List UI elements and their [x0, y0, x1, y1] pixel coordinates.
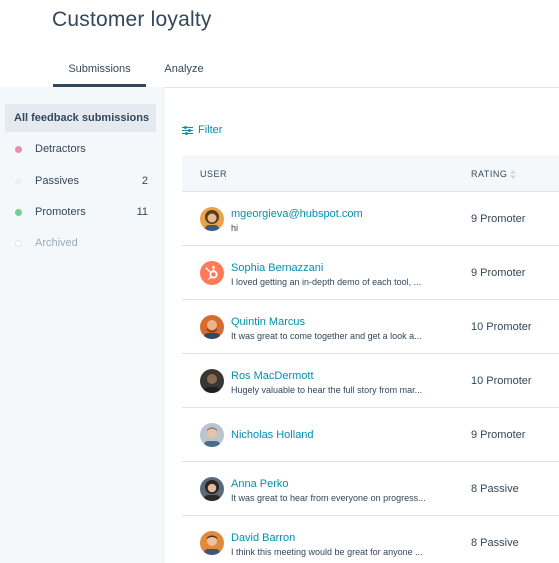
sidebar-item-label: Passives [35, 175, 80, 187]
archived-dot-icon [15, 240, 22, 247]
user-name-link[interactable]: Sophia Bernazzani [231, 262, 323, 274]
avatar [200, 531, 224, 555]
avatar [200, 207, 224, 231]
rating-value: 8 Passive [471, 483, 519, 495]
column-header-rating[interactable]: RATING [471, 169, 517, 180]
avatar [200, 369, 224, 393]
tab-bar: Submissions Analyze [0, 52, 559, 88]
sidebar-item-detractors[interactable]: Detractors [5, 135, 156, 163]
promoters-dot-icon [15, 209, 22, 216]
submissions-table: USER RATING mgeorgieva@hubspot.com hi 9 … [182, 155, 559, 563]
sidebar-item-count: 11 [136, 206, 148, 218]
user-comment: It was great to hear from everyone on pr… [231, 493, 426, 503]
page-title: Customer loyalty [52, 8, 212, 31]
avatar [200, 423, 224, 447]
detractors-dot-icon [15, 146, 22, 153]
user-name-link[interactable]: Quintin Marcus [231, 316, 305, 328]
sidebar: All feedback submissions Detractors Pass… [0, 87, 165, 563]
user-name-link[interactable]: David Barron [231, 532, 295, 544]
sort-icon [510, 170, 517, 180]
table-row[interactable]: mgeorgieva@hubspot.com hi 9 Promoter [182, 192, 559, 246]
user-comment: hi [231, 223, 239, 233]
column-header-rating-label: RATING [471, 169, 508, 179]
sidebar-item-all-feedback[interactable]: All feedback submissions [5, 104, 156, 132]
user-name-link[interactable]: Anna Perko [231, 478, 288, 490]
table-row[interactable]: David Barron I think this meeting would … [182, 516, 559, 563]
rating-value: 10 Promoter [471, 375, 532, 387]
table-row[interactable]: Anna Perko It was great to hear from eve… [182, 462, 559, 516]
sidebar-item-passives[interactable]: Passives 2 [5, 167, 156, 195]
avatar [200, 315, 224, 339]
rating-value: 9 Promoter [471, 213, 526, 225]
user-comment: I loved getting an in-depth demo of each… [231, 277, 422, 287]
table-row[interactable]: Sophia Bernazzani I loved getting an in-… [182, 246, 559, 300]
rating-value: 9 Promoter [471, 267, 526, 279]
rating-value: 10 Promoter [471, 321, 532, 333]
column-header-user: USER [200, 169, 228, 179]
sidebar-item-label: Archived [35, 237, 78, 249]
table-row[interactable]: Nicholas Holland 9 Promoter [182, 408, 559, 462]
user-name-link[interactable]: Nicholas Holland [231, 429, 314, 441]
filter-sliders-icon [182, 125, 193, 135]
table-row[interactable]: Ros MacDermott Hugely valuable to hear t… [182, 354, 559, 408]
rating-value: 9 Promoter [471, 429, 526, 441]
table-row[interactable]: Quintin Marcus It was great to come toge… [182, 300, 559, 354]
sidebar-item-label: Promoters [35, 206, 86, 218]
tab-analyze[interactable]: Analyze [150, 52, 218, 85]
user-name-link[interactable]: Ros MacDermott [231, 370, 314, 382]
sidebar-item-count: 2 [141, 175, 148, 187]
passives-dot-icon [15, 178, 22, 185]
user-name-link[interactable]: mgeorgieva@hubspot.com [231, 208, 363, 220]
user-comment: I think this meeting would be great for … [231, 547, 423, 557]
avatar [200, 477, 224, 501]
filter-label: Filter [198, 124, 223, 136]
user-comment: Hugely valuable to hear the full story f… [231, 385, 423, 395]
tab-submissions[interactable]: Submissions [53, 52, 146, 87]
user-comment: It was great to come together and get a … [231, 331, 422, 341]
table-header: USER RATING [182, 155, 559, 192]
filter-button[interactable]: Filter [182, 124, 222, 136]
sidebar-item-label: All feedback submissions [14, 112, 150, 124]
sidebar-item-archived[interactable]: Archived [5, 229, 156, 257]
sidebar-item-promoters[interactable]: Promoters 11 [5, 198, 156, 226]
hubspot-logo-icon [200, 261, 224, 285]
sidebar-item-label: Detractors [35, 143, 86, 155]
rating-value: 8 Passive [471, 537, 519, 549]
